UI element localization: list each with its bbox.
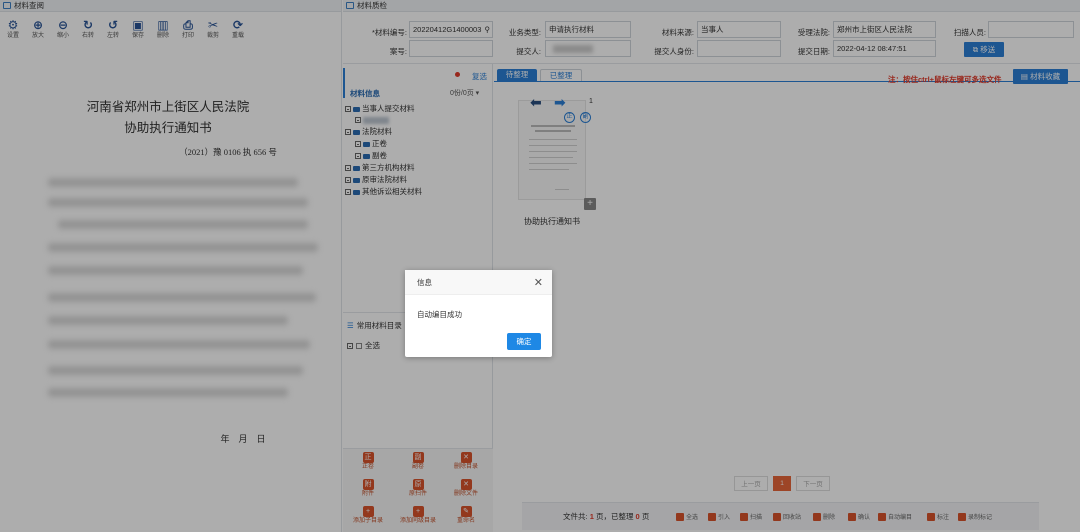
modal-overlay[interactable] — [0, 0, 1080, 532]
info-dialog: 信息 ✕ 自动编目成功 确定 — [405, 270, 552, 357]
close-icon[interactable]: ✕ — [534, 276, 543, 289]
dialog-message: 自动编目成功 — [417, 310, 462, 319]
dialog-title: 信息 — [405, 270, 552, 295]
ok-button[interactable]: 确定 — [507, 333, 541, 350]
